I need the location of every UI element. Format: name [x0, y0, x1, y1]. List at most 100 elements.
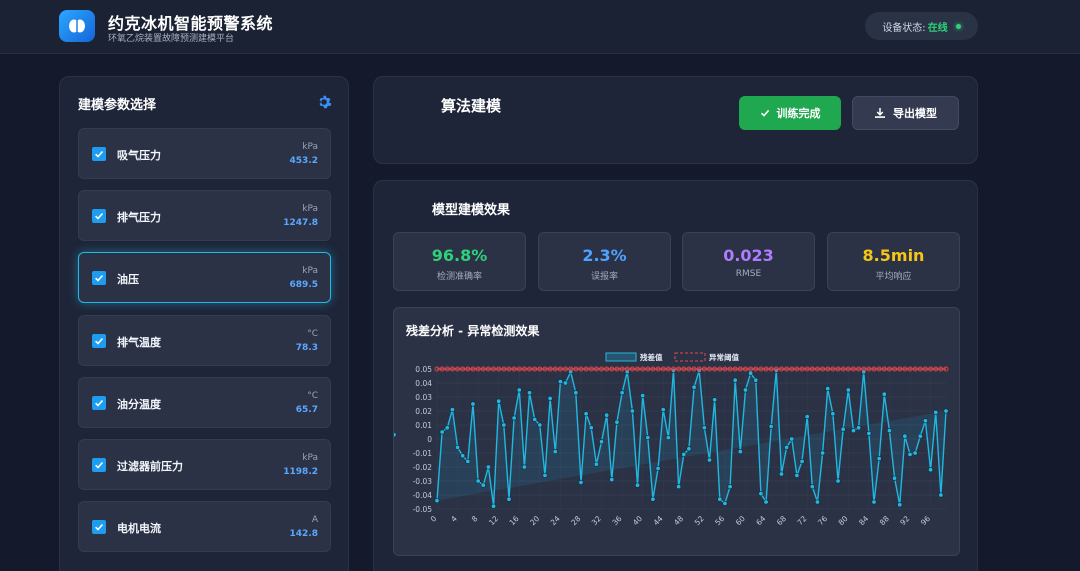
x-tick-label: 84 [857, 514, 870, 527]
residual-point [521, 464, 527, 470]
residual-point [491, 503, 497, 509]
param-unit: kPa [302, 453, 318, 463]
residual-point [527, 390, 533, 396]
x-tick-label: 16 [508, 514, 521, 527]
x-tick-label: 80 [837, 514, 850, 527]
checkbox[interactable] [92, 396, 106, 410]
residual-point [614, 419, 620, 425]
param-unit: °C [307, 329, 318, 339]
param-value: 689.5 [289, 280, 318, 290]
param-value: 142.8 [289, 529, 318, 539]
training-complete-button[interactable]: 训练完成 [739, 96, 841, 130]
param-unit: °C [307, 391, 318, 401]
metric-label: RMSE [735, 269, 762, 279]
param-card[interactable]: 油压 kPa 689.5 [78, 252, 331, 303]
param-name: 排气温度 [117, 336, 161, 349]
residual-point [701, 425, 707, 431]
residual-point [840, 426, 846, 432]
x-tick-label: 48 [672, 514, 685, 527]
residual-point [660, 407, 666, 413]
residual-point [537, 422, 543, 428]
residual-point [897, 502, 903, 508]
residual-point [856, 425, 862, 431]
residual-point [588, 425, 594, 431]
check-icon [760, 109, 769, 117]
y-tick-label: 0 [427, 435, 432, 444]
x-tick-label: 32 [590, 514, 603, 527]
checkbox[interactable] [92, 458, 106, 472]
residual-point [912, 450, 918, 456]
y-tick-label: -0.03 [413, 477, 433, 486]
param-card[interactable]: 排气温度 °C 78.3 [78, 315, 331, 366]
x-tick-label: 12 [487, 514, 500, 527]
param-selection-panel: 建模参数选择 吸气压力 kPa 453.2 排气压力 kPa 1247.8 油压 kPa 689… [59, 76, 349, 571]
y-tick-label: -0.05 [413, 505, 433, 514]
residual-point [928, 467, 934, 473]
residual-point [845, 387, 851, 393]
param-value: 453.2 [289, 156, 318, 166]
x-tick-label: 72 [795, 514, 808, 527]
x-tick-label: 28 [569, 514, 582, 527]
residual-point [557, 379, 563, 385]
y-tick-label: 0.04 [415, 379, 432, 388]
residual-point [455, 444, 461, 450]
legend-residual-swatch [605, 352, 637, 362]
export-model-button[interactable]: 导出模型 [852, 96, 959, 130]
checkbox[interactable] [92, 520, 106, 534]
param-card[interactable]: 电机电流 A 142.8 [78, 501, 331, 552]
x-tick-label: 4 [449, 514, 459, 524]
residual-point [593, 461, 599, 467]
x-tick-label: 88 [878, 514, 891, 527]
metric-value: 96.8% [431, 246, 488, 265]
legend-residual-label: 残差值 [640, 352, 663, 362]
residual-point [727, 484, 733, 490]
brain-logo-icon [59, 10, 95, 42]
x-tick-label: 96 [919, 514, 932, 527]
residual-chart-svg: -0.05 -0.04 -0.03 -0.02 -0.01 0 0.01 0.02 0.03 0.… [394, 352, 949, 527]
residual-point [475, 478, 481, 484]
residual-point [686, 446, 692, 452]
app-subtitle: 环氧乙烷装置故障预测建模平台 [108, 34, 235, 44]
residual-point [768, 423, 774, 429]
residual-point [784, 444, 790, 450]
residual-point [804, 414, 810, 420]
residual-point [917, 433, 923, 439]
metric-label: 平均响应 [875, 272, 912, 282]
residual-point [635, 482, 641, 488]
residual-point [640, 393, 646, 399]
checkbox[interactable] [92, 147, 106, 161]
residual-point [742, 387, 748, 393]
residual-point [794, 472, 800, 478]
param-name: 油压 [117, 273, 139, 286]
param-card[interactable]: 吸气压力 kPa 453.2 [78, 128, 331, 179]
residual-point [511, 415, 517, 421]
residual-point [706, 457, 712, 463]
checkbox[interactable] [92, 271, 106, 285]
residual-point [460, 453, 466, 459]
param-name: 油分温度 [117, 398, 161, 411]
residual-point [871, 499, 877, 505]
residual-point [907, 451, 913, 457]
checkbox[interactable] [92, 334, 106, 348]
results-title: 模型建模效果 [432, 203, 511, 218]
param-card[interactable]: 过滤器前压力 kPa 1198.2 [78, 439, 331, 490]
metric-label: 检测准确率 [436, 272, 482, 282]
metric-card: 8.5min 平均响应 [827, 232, 960, 291]
residual-point [825, 386, 831, 392]
checkbox[interactable] [92, 209, 106, 223]
x-tick-label: 40 [631, 514, 644, 527]
gear-icon[interactable] [316, 94, 332, 110]
metric-card: 2.3% 误报率 [538, 232, 671, 291]
x-tick-label: 60 [734, 514, 747, 527]
residual-point [830, 411, 836, 417]
residual-point [814, 499, 820, 505]
x-tick-label: 44 [652, 514, 665, 527]
param-name: 吸气压力 [117, 149, 161, 162]
residual-point [881, 391, 887, 397]
y-tick-label: 0.05 [415, 365, 432, 374]
param-card[interactable]: 排气压力 kPa 1247.8 [78, 190, 331, 241]
model-results-card: 模型建模效果 96.8% 检测准确率 2.3% 误报率 0.023 RMSE 8.5min 平… [373, 180, 978, 571]
residual-point [866, 430, 872, 436]
param-card[interactable]: 油分温度 °C 65.7 [78, 377, 331, 428]
residual-point [876, 456, 882, 462]
